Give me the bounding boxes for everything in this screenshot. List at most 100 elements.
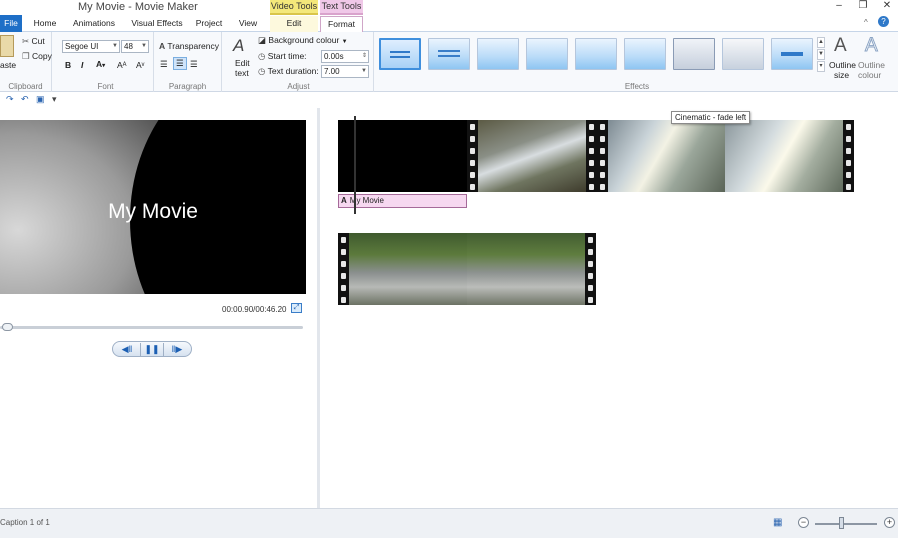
cut-button[interactable]: ✂ Cut — [22, 36, 45, 47]
start-time-value: 0.00s — [324, 52, 344, 61]
effect-thumb[interactable] — [526, 38, 568, 70]
font-group-label: Font — [97, 82, 114, 91]
outline-size-button-line2[interactable]: size — [834, 70, 849, 80]
save-icon[interactable]: ▣ — [36, 94, 45, 105]
shrink-font-icon[interactable]: Aᵛ — [136, 60, 144, 70]
effects-group-label: Effects — [624, 82, 650, 91]
tab-visual-effects[interactable]: Visual Effects — [128, 16, 186, 32]
tab-edit[interactable]: Edit — [270, 16, 318, 32]
title-clip[interactable] — [338, 120, 467, 192]
zoom-thumb[interactable] — [839, 517, 844, 529]
bold-button[interactable]: B — [65, 60, 71, 70]
align-right-icon[interactable]: ☰ — [190, 59, 198, 70]
align-left-icon[interactable]: ☰ — [160, 59, 168, 70]
clipboard-group: aste ✂ Cut ❐ Copy Clipboard — [0, 32, 52, 92]
tab-file[interactable]: File — [0, 15, 22, 32]
tab-view[interactable]: View — [234, 16, 262, 32]
paste-button[interactable]: aste — [0, 60, 16, 70]
effect-thumb[interactable] — [722, 38, 764, 70]
caption-item[interactable]: A My Movie — [338, 194, 467, 208]
caption-text-icon: A — [341, 196, 347, 205]
edit-text-button-line2[interactable]: text — [235, 68, 249, 78]
copy-label: Copy — [32, 51, 52, 61]
gallery-down-icon[interactable]: ▼ — [817, 49, 825, 60]
minimize-button[interactable]: – — [828, 0, 850, 14]
seek-thumb[interactable] — [2, 323, 13, 331]
edit-text-icon: A — [233, 36, 245, 55]
font-group: Segoe UI ▼ 48 ▼ B I A▾ Aᴬ Aᵛ Font — [58, 32, 154, 92]
film-edge — [597, 120, 608, 192]
playhead[interactable] — [354, 116, 356, 214]
outline-size-button[interactable]: Outline — [829, 60, 856, 70]
quick-access-toolbar: ↷ ↶ ▣ ▾ — [0, 92, 898, 108]
timecode: 00:00.90/00:46.20 — [222, 305, 287, 314]
fullscreen-icon[interactable]: ⤢ — [291, 303, 302, 313]
chevron-down-icon: ▼ — [112, 43, 118, 49]
effect-thumb[interactable] — [624, 38, 666, 70]
font-family-select[interactable]: Segoe UI ▼ — [62, 40, 120, 53]
redo-icon[interactable]: ↷ — [6, 94, 14, 105]
text-duration-label: ◷ Text duration: — [258, 66, 319, 77]
zoom-slider[interactable] — [815, 523, 877, 525]
paragraph-group-label: Paragraph — [168, 82, 207, 91]
adjust-group: A Edit text ◪ Background colour ▼ ◷ Star… — [224, 32, 374, 92]
start-time-field[interactable]: 0.00s ⇕ — [321, 50, 369, 63]
gallery-more-icon[interactable]: ▾ — [817, 61, 825, 72]
transparency-button[interactable]: A Transparency — [159, 41, 219, 51]
background-colour-button[interactable]: ◪ Background colour ▼ — [258, 35, 348, 46]
italic-button[interactable]: I — [81, 60, 83, 70]
font-color-button[interactable]: A▾ — [96, 59, 105, 69]
clip-thumbnail — [608, 120, 725, 192]
film-edge — [467, 120, 478, 192]
start-time-text: Start time: — [267, 51, 307, 61]
effect-thumb[interactable] — [379, 38, 421, 70]
window-title: My Movie - Movie Maker — [78, 1, 198, 13]
film-edge — [338, 233, 349, 305]
align-center-icon[interactable]: ☰ — [173, 57, 187, 70]
outline-colour-button-line2[interactable]: colour — [858, 70, 881, 80]
clip-thumbnail — [349, 233, 467, 305]
font-size-select[interactable]: 48 ▼ — [121, 40, 149, 53]
tab-animations[interactable]: Animations — [68, 16, 120, 32]
effect-thumb[interactable] — [575, 38, 617, 70]
video-clip[interactable] — [597, 120, 854, 192]
tab-project[interactable]: Project — [192, 16, 226, 32]
help-icon[interactable]: ? — [878, 16, 889, 27]
video-preview[interactable]: My Movie — [0, 120, 306, 294]
ribbon-tabs: File Home Animations Visual Effects Proj… — [0, 15, 898, 32]
video-clip[interactable] — [467, 120, 597, 192]
collapse-ribbon-icon[interactable]: ^ — [864, 18, 868, 27]
video-clip[interactable] — [338, 233, 596, 305]
effect-thumb[interactable] — [428, 38, 470, 70]
restore-button[interactable]: ❐ — [852, 0, 874, 14]
text-duration-field[interactable]: 7.00 ▼ — [321, 65, 369, 78]
customize-toolbar-icon[interactable]: ▾ — [52, 94, 57, 105]
zoom-out-icon[interactable]: − — [798, 517, 809, 528]
film-edge — [586, 120, 597, 192]
transparency-icon: A — [159, 41, 166, 51]
outline-size-icon: A — [834, 35, 847, 56]
playback-controls: ◀‖ ❚❚ ‖▶ — [112, 341, 192, 357]
thumbnail-size-icon[interactable]: ▦ — [773, 517, 782, 528]
edit-text-button[interactable]: Edit — [235, 58, 250, 68]
previous-frame-icon[interactable]: ◀‖ — [115, 343, 139, 356]
gallery-up-icon[interactable]: ▲ — [817, 37, 825, 48]
effect-tooltip: Cinematic - fade left — [671, 111, 751, 124]
next-frame-icon[interactable]: ‖▶ — [165, 343, 189, 356]
tab-format[interactable]: Format — [320, 16, 363, 32]
effect-thumb[interactable] — [477, 38, 519, 70]
copy-button[interactable]: ❐ Copy — [22, 51, 52, 62]
spinner-icon[interactable]: ⇕ — [362, 51, 367, 62]
background-colour-label: Background colour — [268, 35, 340, 45]
undo-icon[interactable]: ↶ — [21, 94, 29, 105]
pause-icon[interactable]: ❚❚ — [140, 343, 164, 356]
seek-bar[interactable] — [0, 326, 303, 329]
effect-thumb-cinematic-fade-left[interactable] — [673, 38, 715, 70]
grow-font-icon[interactable]: Aᴬ — [117, 60, 127, 70]
title-bar: My Movie - Movie Maker Video Tools Text … — [0, 0, 898, 15]
close-button[interactable]: ✕ — [876, 0, 898, 14]
zoom-in-icon[interactable]: + — [884, 517, 895, 528]
tab-home[interactable]: Home — [30, 16, 60, 32]
effect-thumb[interactable] — [771, 38, 813, 70]
outline-colour-button[interactable]: Outline — [858, 60, 885, 70]
